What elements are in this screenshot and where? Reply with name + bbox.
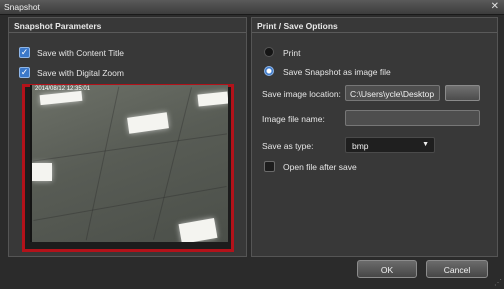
window-title: Snapshot: [4, 2, 40, 12]
ceiling-light-reflection: [32, 163, 52, 181]
browse-button[interactable]: [445, 85, 480, 101]
snapshot-preview-image: 2014/08/12 12:35:01: [30, 85, 228, 242]
save-snapshot-radio[interactable]: [264, 66, 274, 76]
save-with-content-title-checkbox[interactable]: ✓: [19, 47, 30, 58]
save-location-input[interactable]: C:\Users\ycle\Desktop: [345, 85, 440, 101]
ceiling-light-reflection: [178, 218, 218, 242]
save-with-content-title-label: Save with Content Title: [37, 48, 124, 58]
print-radio[interactable]: [264, 47, 274, 57]
resize-grip-icon[interactable]: ⋰: [494, 278, 502, 287]
image-file-name-label: Image file name:: [262, 114, 325, 124]
floor-seam: [85, 86, 120, 241]
save-location-label: Save image location:: [262, 89, 341, 99]
floor-seam: [32, 133, 228, 162]
close-icon[interactable]: ✕: [491, 1, 499, 13]
print-label: Print: [283, 48, 301, 58]
floor-seam: [153, 87, 192, 240]
save-with-digital-zoom-checkbox[interactable]: ✓: [19, 67, 30, 78]
title-bar: Snapshot ✕: [0, 0, 504, 15]
print-save-options-title: Print / Save Options: [252, 18, 497, 33]
cancel-button[interactable]: Cancel: [426, 260, 488, 278]
save-as-type-select[interactable]: bmp ▼: [345, 137, 435, 153]
image-file-name-input[interactable]: [345, 110, 480, 126]
save-as-type-label: Save as type:: [262, 141, 314, 151]
save-with-digital-zoom-label: Save with Digital Zoom: [37, 68, 124, 78]
open-file-after-save-checkbox[interactable]: [264, 161, 275, 172]
ceiling-light-reflection: [127, 112, 169, 134]
ceiling-light-reflection: [197, 91, 228, 107]
ceiling-light-reflection: [39, 90, 83, 106]
snapshot-parameters-title: Snapshot Parameters: [9, 18, 246, 33]
floor-seam: [33, 185, 227, 222]
open-file-after-save-label: Open file after save: [283, 162, 357, 172]
ok-button[interactable]: OK: [357, 260, 417, 278]
save-snapshot-label: Save Snapshot as image file: [283, 67, 391, 77]
chevron-down-icon: ▼: [422, 141, 429, 148]
save-as-type-value: bmp: [352, 141, 369, 151]
preview-overlay-text: 2014/08/12 12:35:01: [35, 86, 91, 92]
